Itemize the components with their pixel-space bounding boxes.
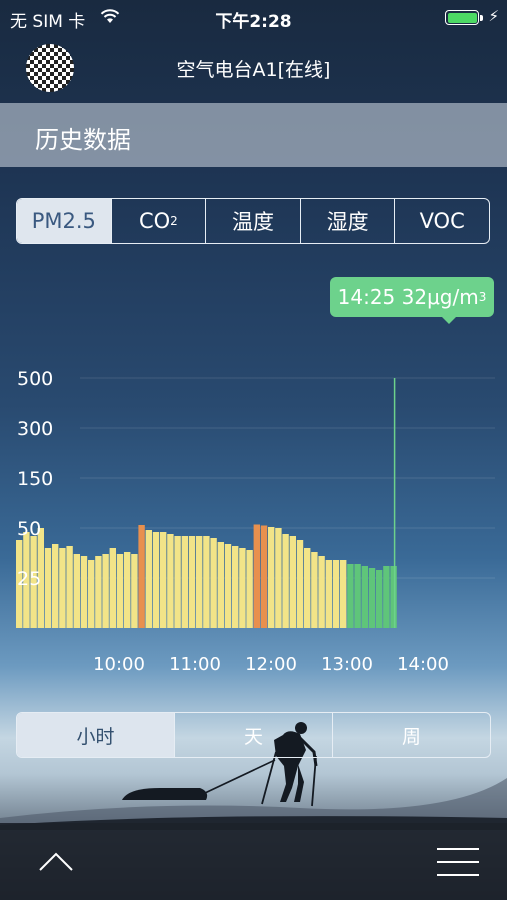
chart-bar bbox=[167, 534, 174, 628]
chart-bar bbox=[340, 560, 347, 628]
chart-bar bbox=[131, 554, 138, 628]
section-header: 历史数据 bbox=[0, 103, 507, 167]
chart-bar bbox=[152, 532, 160, 628]
chart-bar bbox=[174, 536, 181, 628]
chart-bar bbox=[376, 570, 383, 628]
chart-bar bbox=[289, 536, 296, 628]
chart-bar bbox=[160, 532, 167, 628]
range-hour[interactable]: 小时 bbox=[17, 713, 175, 757]
chart-bar bbox=[383, 566, 390, 628]
chart-bar bbox=[196, 536, 203, 628]
time-range-selector: 小时 天 周 bbox=[16, 712, 491, 758]
tab-temperature[interactable]: 温度 bbox=[206, 199, 301, 243]
chart-bar bbox=[102, 554, 109, 628]
x-tick-label: 14:00 bbox=[397, 654, 449, 675]
tab-temperature-label: 温度 bbox=[231, 210, 274, 234]
chart-bar bbox=[296, 540, 304, 628]
tab-humidity[interactable]: 湿度 bbox=[301, 199, 396, 243]
battery-level bbox=[447, 12, 477, 23]
chart-bar bbox=[318, 556, 325, 628]
range-hour-label: 小时 bbox=[76, 725, 115, 748]
chart-bar bbox=[124, 552, 131, 628]
metric-tabs: PM2.5 CO 2 温度 湿度 VOC bbox=[16, 198, 490, 244]
y-tick-label: 500 bbox=[17, 368, 53, 390]
x-tick-label: 13:00 bbox=[321, 654, 373, 675]
tab-pm25-label: PM2.5 bbox=[31, 209, 96, 233]
chart-bar bbox=[332, 560, 340, 628]
chart-bar bbox=[109, 548, 116, 628]
bottom-toolbar bbox=[0, 823, 507, 900]
tooltip-superscript: 3 bbox=[478, 290, 487, 304]
chart-bar bbox=[311, 552, 318, 628]
chart-bar bbox=[224, 544, 232, 628]
chart-bar bbox=[390, 566, 397, 628]
chart-bar bbox=[52, 544, 59, 628]
chart-bar bbox=[232, 546, 239, 628]
battery-tip bbox=[480, 15, 483, 21]
clock: 下午2:28 bbox=[215, 12, 292, 32]
chart-bar bbox=[304, 548, 311, 628]
range-day[interactable]: 天 bbox=[175, 713, 333, 757]
x-tick-label: 12:00 bbox=[245, 654, 297, 675]
tab-co2-subscript: 2 bbox=[170, 214, 178, 228]
chart-bar bbox=[188, 536, 196, 628]
chart-bar bbox=[73, 554, 80, 628]
chart-bar bbox=[181, 536, 188, 628]
chart-bar bbox=[239, 548, 246, 628]
tab-pm25[interactable]: PM2.5 bbox=[17, 199, 112, 243]
range-day-label: 天 bbox=[243, 725, 263, 748]
chart-bar bbox=[361, 566, 368, 628]
chart-bar bbox=[145, 530, 152, 628]
tab-co2[interactable]: CO 2 bbox=[112, 199, 207, 243]
chart-bar bbox=[354, 564, 361, 628]
chart-bar bbox=[325, 560, 332, 628]
tab-voc-label: VOC bbox=[419, 209, 465, 233]
chart-bar bbox=[253, 524, 260, 628]
chart-bar bbox=[217, 542, 224, 628]
chart-bar bbox=[347, 564, 354, 628]
chart-bar bbox=[88, 560, 95, 628]
status-bar: 无 SIM 卡 下午2:28 ⚡ bbox=[0, 0, 507, 36]
tab-co2-label: CO bbox=[138, 209, 171, 233]
pm25-history-chart[interactable]: 500 300 150 50 25 10:00 11:00 12:00 13:00 14:00 bbox=[0, 360, 507, 690]
tab-humidity-label: 湿度 bbox=[326, 210, 369, 234]
menu-icon[interactable] bbox=[437, 847, 479, 877]
chart-bar bbox=[138, 525, 145, 628]
x-tick-label: 10:00 bbox=[93, 654, 145, 675]
chart-bar bbox=[210, 538, 217, 628]
y-tick-label: 50 bbox=[17, 518, 41, 540]
section-title: 历史数据 bbox=[35, 126, 131, 154]
x-tick-label: 11:00 bbox=[169, 654, 221, 675]
y-tick-label: 300 bbox=[17, 418, 53, 440]
y-tick-label: 150 bbox=[17, 468, 53, 490]
range-week[interactable]: 周 bbox=[333, 713, 490, 757]
value-tooltip: 14:25 32μg/m 3 bbox=[330, 277, 494, 317]
chart-bar bbox=[368, 568, 376, 628]
chart-bar bbox=[116, 554, 124, 628]
charging-bolt-icon: ⚡ bbox=[488, 7, 499, 25]
chart-bar bbox=[282, 534, 289, 628]
tab-voc[interactable]: VOC bbox=[395, 199, 489, 243]
chart-bar bbox=[275, 528, 282, 628]
tooltip-text: 14:25 32μg/m bbox=[337, 285, 479, 309]
chart-bar bbox=[203, 536, 210, 628]
chart-bar bbox=[80, 556, 88, 628]
chart-bar bbox=[44, 548, 52, 628]
chart-bar bbox=[246, 550, 253, 628]
tooltip-pointer bbox=[442, 317, 456, 324]
chevron-up-icon[interactable] bbox=[38, 850, 74, 872]
chart-bar bbox=[268, 527, 275, 628]
battery-icon bbox=[445, 10, 479, 25]
chart-bar bbox=[59, 548, 66, 628]
chart-bar bbox=[260, 525, 268, 628]
chart-bar bbox=[66, 546, 73, 628]
range-week-label: 周 bbox=[401, 725, 421, 748]
y-tick-label: 25 bbox=[17, 568, 41, 590]
chart-bar bbox=[95, 556, 102, 628]
device-title: 空气电台A1[在线] bbox=[176, 59, 331, 81]
